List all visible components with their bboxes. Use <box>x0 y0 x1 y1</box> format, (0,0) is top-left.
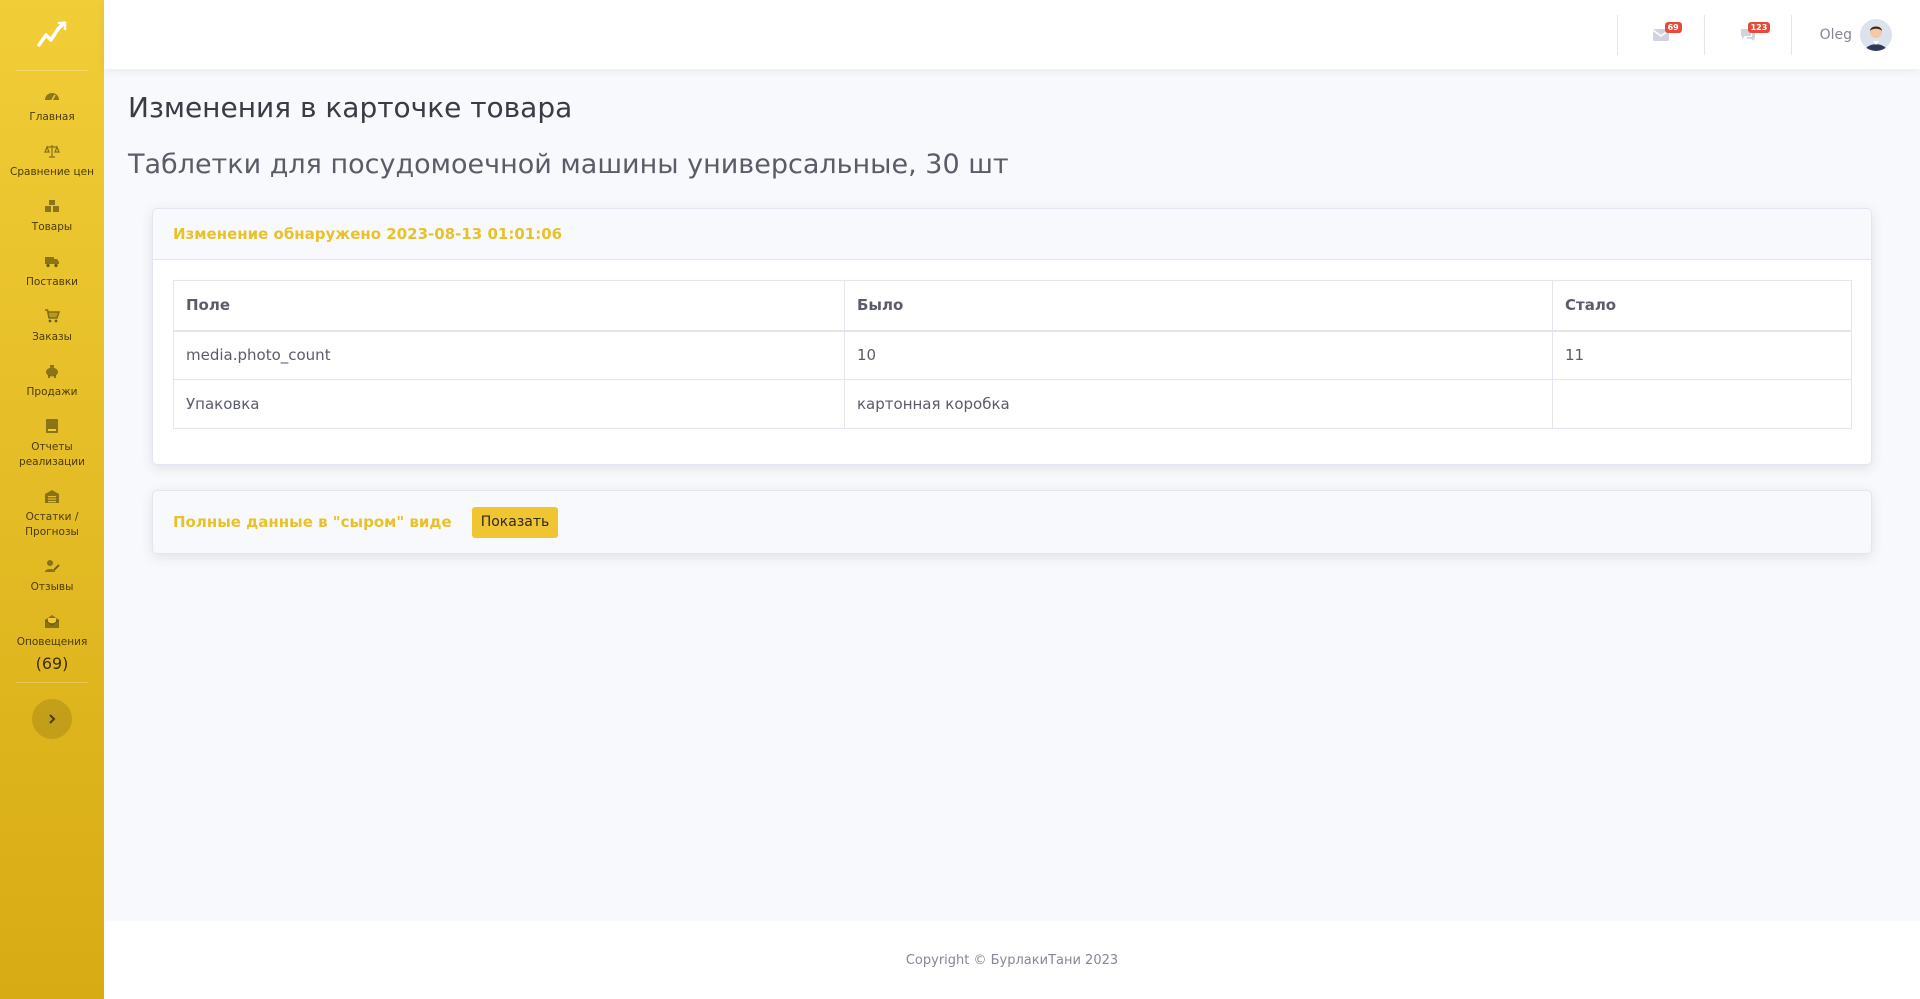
raw-data-card: Полные данные в "сыром" виде Показать <box>152 490 1872 554</box>
chart-trend-icon <box>37 21 67 47</box>
sidebar-item-label: Главная <box>29 111 75 123</box>
notifications-badge: 123 <box>1747 22 1771 33</box>
topbar-actions: 69 123 Oleg <box>1616 0 1892 69</box>
alerts-count: (69) <box>35 654 69 673</box>
user-name: Oleg <box>1819 26 1852 43</box>
warehouse-icon <box>45 490 59 503</box>
sidebar-item-orders[interactable]: Заказы <box>0 299 104 354</box>
column-header-field: Поле <box>173 280 845 332</box>
user-avatar-icon <box>1860 18 1892 51</box>
table-cell <box>1552 379 1852 429</box>
table-header-row: Поле Было Стало <box>173 280 1852 332</box>
sidebar-item-label: Продажи <box>26 386 78 398</box>
sidebar: Главная Сравнение цен Товары Поставки За… <box>0 0 104 999</box>
brand-logo[interactable] <box>0 0 104 70</box>
table-cell: Упаковка <box>173 379 845 429</box>
truck-icon <box>45 257 59 268</box>
copyright-text: Copyright © БурлакиТани 2023 <box>905 952 1119 968</box>
show-raw-data-button[interactable]: Показать <box>471 506 559 538</box>
piggy-bank-icon <box>46 365 58 378</box>
sidebar-item-label: Остатки / Прогнозы <box>25 511 79 538</box>
sidebar-item-label: Товары <box>31 221 73 233</box>
sidebar-item-label: Оповещения <box>16 636 88 648</box>
change-card: Изменение обнаружено 2023-08-13 01:01:06… <box>152 208 1872 465</box>
raw-data-label: Полные данные в "сыром" виде <box>173 513 452 531</box>
sidebar-item-supplies[interactable]: Поставки <box>0 244 104 299</box>
boxes-icon <box>45 200 59 212</box>
changes-table: Поле Было Стало media.photo_count 10 11 … <box>173 280 1852 429</box>
table-cell: 10 <box>844 330 1553 380</box>
page-title: Изменения в карточке товара <box>128 91 573 124</box>
sidebar-item-label: Сравнение цен <box>10 166 94 178</box>
gauge-icon <box>45 93 59 101</box>
sidebar-nav: Главная Сравнение цен Товары Поставки За… <box>0 71 104 682</box>
avatar <box>1860 18 1892 51</box>
sidebar-item-home[interactable]: Главная <box>0 79 104 134</box>
column-header-was: Было <box>844 280 1553 332</box>
book-icon <box>46 419 58 433</box>
envelope-open-icon <box>44 615 60 628</box>
sidebar-item-label: Отчеты реализации <box>19 441 85 468</box>
sidebar-item-label: Поставки <box>26 276 78 288</box>
scales-icon <box>44 145 60 158</box>
footer: Copyright © БурлакиТани 2023 <box>104 921 1920 999</box>
change-card-header: Изменение обнаружено 2023-08-13 01:01:06 <box>153 209 1871 260</box>
table-row: Упаковка картонная коробка <box>173 379 1852 429</box>
table-cell: 11 <box>1552 330 1852 380</box>
messages-button[interactable]: 69 <box>1618 0 1704 69</box>
main-content: Изменения в карточке товара Таблетки для… <box>104 69 1920 921</box>
user-edit-icon <box>45 560 60 572</box>
notifications-button[interactable]: 123 <box>1705 0 1791 69</box>
column-header-became: Стало <box>1552 280 1852 332</box>
sidebar-item-label: Заказы <box>32 331 72 343</box>
sidebar-item-price-compare[interactable]: Сравнение цен <box>0 134 104 189</box>
sidebar-item-label: Отзывы <box>30 581 74 593</box>
sidebar-item-reviews[interactable]: Отзывы <box>0 549 104 604</box>
topbar: 69 123 Oleg <box>104 0 1920 69</box>
cart-icon <box>45 309 60 323</box>
table-cell: картонная коробка <box>844 379 1553 429</box>
sidebar-divider <box>16 682 88 683</box>
messages-badge: 69 <box>1664 22 1682 33</box>
sidebar-item-alerts[interactable]: Оповещения (69) <box>0 604 104 682</box>
sidebar-item-stock-forecast[interactable]: Остатки / Прогнозы <box>0 479 104 549</box>
sidebar-item-products[interactable]: Товары <box>0 189 104 244</box>
change-detected-title: Изменение обнаружено 2023-08-13 01:01:06 <box>173 225 563 243</box>
sidebar-item-sales[interactable]: Продажи <box>0 354 104 409</box>
product-name: Таблетки для посудомоечной машины универ… <box>128 149 1009 180</box>
table-cell: media.photo_count <box>173 330 845 380</box>
sidebar-toggle-button[interactable] <box>32 699 72 739</box>
chevron-right-icon <box>49 714 56 724</box>
user-menu[interactable]: Oleg <box>1792 18 1892 51</box>
sidebar-item-reports[interactable]: Отчеты реализации <box>0 409 104 479</box>
table-row: media.photo_count 10 11 <box>173 330 1852 380</box>
